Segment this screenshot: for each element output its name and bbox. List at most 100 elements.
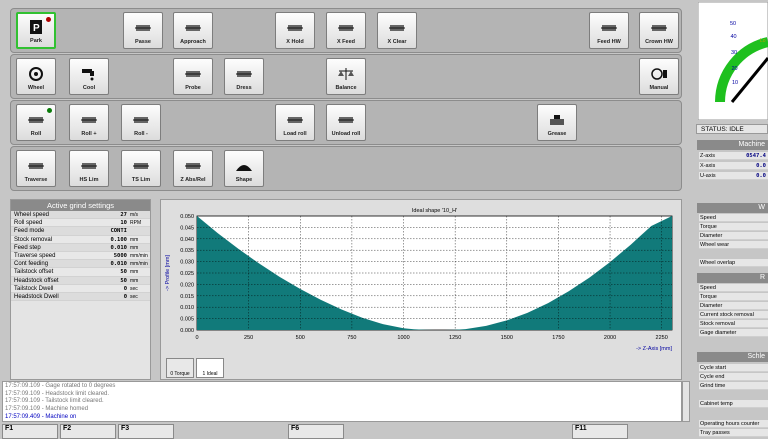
field-name: Diameter: [700, 303, 723, 309]
hs-lim-button[interactable]: HS Lim: [69, 150, 109, 187]
probe-icon: [184, 67, 202, 81]
roll-button[interactable]: Roll -: [121, 104, 161, 141]
field-name: Grind time: [700, 383, 726, 389]
function-key-f2[interactable]: F2: [60, 424, 116, 439]
button-label: Park: [30, 38, 42, 44]
chart-tab-label: 1 Ideal: [202, 371, 218, 377]
function-key-f6[interactable]: F6: [288, 424, 344, 439]
balance-button[interactable]: Balance: [326, 58, 366, 95]
setting-value: 0.010: [110, 244, 127, 251]
function-key-f1[interactable]: F1: [2, 424, 58, 439]
roll-button[interactable]: Roll +: [69, 104, 109, 141]
x-axis-label: -> Z-Axis [mm]: [636, 346, 672, 352]
button-label: X Hold: [286, 39, 304, 45]
field-name: Cycle end: [700, 374, 725, 380]
function-key-f11[interactable]: F11: [572, 424, 628, 439]
x-tick-label: 1500: [501, 335, 513, 341]
field-name: Operating hours counter: [700, 421, 760, 427]
passe-button[interactable]: Passe: [123, 12, 163, 49]
probe-button[interactable]: Probe: [173, 58, 213, 95]
setting-unit: sec: [130, 293, 138, 300]
roll-header: R: [697, 273, 768, 283]
button-label: Approach: [180, 39, 206, 45]
button-label: Dress: [236, 85, 252, 91]
roll-icon: [27, 113, 45, 127]
status-led: [46, 17, 51, 22]
button-row-2: Wheel Cool Probe Dress Balance Manual: [10, 54, 682, 99]
y-tick-label: 0.025: [180, 271, 194, 277]
hs-lim-icon: [80, 159, 98, 173]
grind-cycle-header: Schle: [697, 352, 768, 362]
load-roll-button[interactable]: Load roll: [275, 104, 315, 141]
x-feed-button[interactable]: X Feed: [326, 12, 366, 49]
setting-name: Wheel speed: [14, 212, 50, 218]
x-tick-label: 1750: [552, 335, 564, 341]
setting-value: 5000: [113, 252, 127, 259]
setting-unit: RPM: [130, 220, 142, 227]
button-label: Cool: [82, 85, 96, 91]
button-label: Grease: [547, 131, 567, 137]
traverse-button[interactable]: Traverse: [16, 150, 56, 187]
x-clear-button[interactable]: X Clear: [377, 12, 417, 49]
setting-name: Tailstock offset: [14, 269, 54, 276]
field-name: Z-axis: [700, 153, 715, 159]
setting-value: 27: [120, 212, 127, 218]
button-label: X Clear: [387, 39, 407, 45]
ts-lim-icon: [132, 159, 150, 173]
button-label: X Feed: [336, 39, 356, 45]
load-roll-icon: [286, 113, 304, 127]
manual-button[interactable]: Manual: [639, 58, 679, 95]
z-abs-rel-icon: [184, 159, 202, 173]
x-tick-label: 0: [195, 335, 198, 341]
speed-gauge: 50 40 30 20 10 Lo: [698, 2, 768, 120]
setting-unit: mm: [130, 236, 139, 243]
log-scrollbar[interactable]: [682, 381, 690, 422]
setting-unit: m/s: [130, 212, 139, 218]
z-abs-rel-button[interactable]: Z Abs/Rel: [173, 150, 213, 187]
grease-button[interactable]: Grease: [537, 104, 577, 141]
chart-tab-ideal[interactable]: 1 Ideal: [196, 358, 224, 378]
status-field: Operating hours counter: [699, 420, 768, 429]
cool-button[interactable]: Cool: [69, 58, 109, 95]
y-tick-label: 0.040: [180, 237, 194, 243]
button-label: HS Lim: [79, 177, 99, 183]
x-hold-button[interactable]: X Hold: [275, 12, 315, 49]
chart-panel: 0 250 500 750 1000 1250 1500 1750 2000 2250 0.000 0…: [160, 199, 682, 380]
status-field: Cabinet temp: [699, 400, 768, 409]
feed-hw-icon: [600, 21, 618, 35]
wheel-button[interactable]: Wheel: [16, 58, 56, 95]
crown-hw-button[interactable]: Crown HW: [639, 12, 679, 49]
chart-tab-torque[interactable]: 0 Torque: [166, 358, 194, 378]
grease-icon: [548, 113, 566, 127]
roll-button[interactable]: Roll: [16, 104, 56, 141]
grind-settings-panel: Active grind settings Wheel speed 27 m/s Ro…: [10, 199, 151, 380]
unload-roll-button[interactable]: Unload roll: [326, 104, 366, 141]
x-clear-icon: [388, 21, 406, 35]
feed-hw-button[interactable]: Feed HW: [589, 12, 629, 49]
function-key-label: F11: [575, 425, 587, 432]
grind-setting-row: Tailstock Dwell 0 sec: [11, 284, 150, 293]
setting-name: Headstock Dwell: [14, 293, 59, 300]
field-name: Diameter: [700, 233, 723, 239]
field-value: 0547.4: [746, 153, 766, 159]
field-value: 0.0: [756, 163, 766, 169]
balance-icon: [337, 67, 355, 81]
field-name: Wheel overlap: [700, 260, 736, 266]
grind-setting-row: Stock removal 0.100 mm: [11, 235, 150, 244]
button-row-4: Traverse HS Lim TS Lim Z Abs/Rel Shape: [10, 146, 682, 191]
dress-button[interactable]: Dress: [224, 58, 264, 95]
x-tick-label: 2000: [604, 335, 616, 341]
park-icon: P: [27, 20, 45, 34]
field-name: Speed: [700, 215, 716, 221]
function-key-f3[interactable]: F3: [118, 424, 174, 439]
grind-setting-row: Headstock Dwell 0 sec: [11, 292, 150, 302]
status-led: [47, 108, 52, 113]
park-button[interactable]: P Park: [16, 12, 56, 49]
x-feed-icon: [337, 21, 355, 35]
ts-lim-button[interactable]: TS Lim: [121, 150, 161, 187]
setting-name: Headstock offset: [14, 277, 59, 284]
status-field: X-axis 0.0: [699, 162, 768, 171]
shape-button[interactable]: Shape: [224, 150, 264, 187]
approach-button[interactable]: Approach: [173, 12, 213, 49]
y-tick-label: 0.035: [180, 248, 194, 254]
